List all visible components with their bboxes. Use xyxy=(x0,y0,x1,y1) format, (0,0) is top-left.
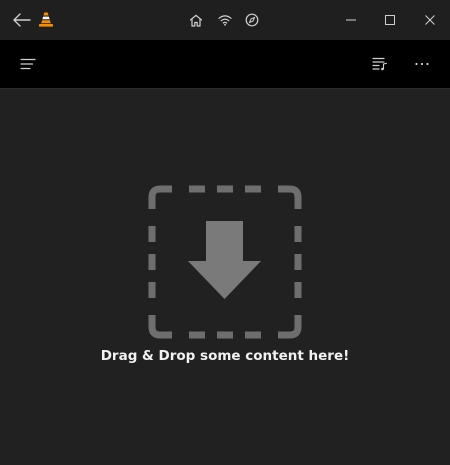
maximize-icon xyxy=(385,15,395,25)
title-bar xyxy=(0,0,450,40)
minimize-button[interactable] xyxy=(329,0,373,40)
playlist-button[interactable] xyxy=(358,40,402,88)
close-icon xyxy=(425,15,435,25)
drop-zone-icon xyxy=(148,185,302,339)
browse-icon xyxy=(245,13,259,27)
browse-button[interactable] xyxy=(230,0,274,40)
drop-zone[interactable]: Drag & Drop some content here! xyxy=(0,89,450,465)
hamburger-menu-icon xyxy=(20,58,36,70)
minimize-icon xyxy=(346,19,356,21)
main-toolbar xyxy=(0,40,450,89)
drop-instruction-text: Drag & Drop some content here! xyxy=(100,348,350,364)
home-icon xyxy=(189,14,203,27)
menu-button[interactable] xyxy=(6,40,50,88)
more-options-button[interactable] xyxy=(400,40,444,88)
back-arrow-icon xyxy=(13,13,31,27)
close-button[interactable] xyxy=(408,0,450,40)
more-options-icon xyxy=(415,62,429,66)
playlist-icon xyxy=(372,57,388,71)
maximize-button[interactable] xyxy=(368,0,412,40)
vlc-cone-icon xyxy=(38,11,54,28)
